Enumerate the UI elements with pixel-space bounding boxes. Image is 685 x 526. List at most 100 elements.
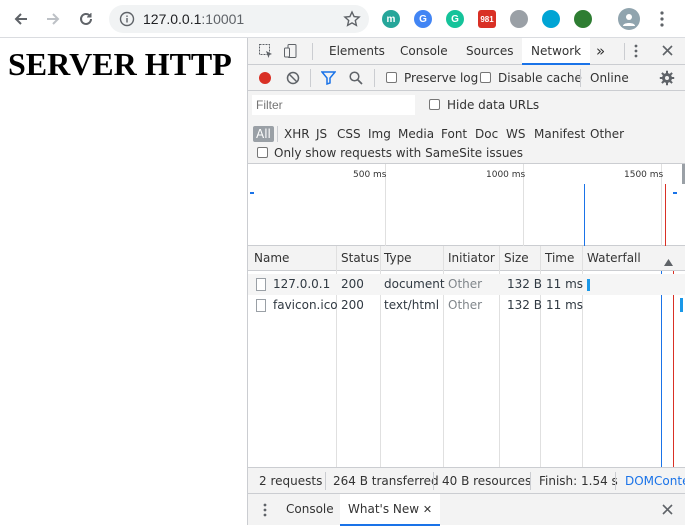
row-size: 132 B [507, 298, 542, 312]
filter-toggle-button[interactable] [320, 71, 337, 88]
toolbar-divider [310, 69, 311, 87]
summary-divider [615, 472, 616, 490]
column-status[interactable]: Status [341, 246, 379, 271]
column-size[interactable]: Size [504, 246, 529, 271]
search-button[interactable] [349, 71, 363, 88]
info-icon[interactable] [119, 11, 135, 31]
close-devtools-icon[interactable] [662, 45, 673, 59]
drawer-tab-whats-new[interactable]: What's New ✕ [340, 494, 441, 526]
profile-avatar[interactable] [618, 8, 640, 30]
overview-tick-label: 500 ms [353, 170, 387, 180]
address-bar[interactable]: 127.0.0.1:10001 [109, 5, 369, 33]
record-button[interactable] [258, 71, 272, 88]
table-row[interactable]: favicon.ico 200 text/html Other 132 B 11… [248, 295, 685, 316]
column-waterfall[interactable]: Waterfall [587, 246, 641, 271]
gmail-extension-icon[interactable]: 981 [478, 10, 496, 28]
browser-menu-button[interactable] [648, 5, 676, 33]
more-tabs-button[interactable]: » [596, 38, 605, 65]
filter-type-js[interactable]: JS [316, 127, 327, 141]
column-name[interactable]: Name [254, 246, 289, 271]
network-overview[interactable]: 500 ms 1000 ms 1500 ms [248, 164, 685, 246]
translate-extension-icon[interactable]: G [414, 10, 432, 28]
drawer-tab-console[interactable]: Console [286, 494, 334, 526]
filter-type-css[interactable]: CSS [337, 127, 361, 141]
filter-bar: Hide data URLs All XHR JS CSS Img Media … [248, 91, 685, 164]
filter-input[interactable] [252, 95, 415, 115]
circle-extension-icon[interactable] [542, 10, 560, 28]
url-host: 127.0.0.1 [143, 11, 202, 27]
arrow-left-icon [14, 13, 27, 25]
row-size: 132 B [507, 277, 542, 291]
filter-type-ws[interactable]: WS [506, 127, 525, 141]
row-time: 11 ms [546, 277, 584, 291]
filter-type-all[interactable]: All [253, 126, 274, 142]
devtools-menu-icon[interactable] [634, 44, 638, 61]
address-url[interactable]: 127.0.0.1:10001 [143, 11, 244, 27]
tab-network[interactable]: Network [522, 38, 591, 65]
network-settings-button[interactable] [659, 70, 675, 89]
filter-type-doc[interactable]: Doc [475, 127, 498, 141]
throttling-select[interactable]: Online [590, 71, 629, 85]
drawer-tab-whats-new-label: What's New [348, 502, 420, 516]
summary-divider [530, 472, 531, 490]
devtools-tab-bar: Elements Console Sources Network » [248, 38, 685, 65]
same-site-checkbox[interactable] [257, 147, 268, 158]
page-viewport: SERVER HTTP [0, 38, 247, 525]
disable-cache-checkbox[interactable] [480, 72, 491, 83]
summary-divider [325, 472, 326, 490]
row-type: document [384, 277, 445, 291]
record-icon [259, 72, 271, 84]
reload-button[interactable] [72, 5, 100, 33]
column-initiator[interactable]: Initiator [448, 246, 495, 271]
arrow-right-icon [47, 13, 60, 25]
gear-icon [659, 70, 675, 86]
row-name: 127.0.0.1 [273, 277, 331, 291]
close-tab-icon[interactable]: ✕ [423, 503, 432, 516]
shield-extension-icon[interactable] [510, 10, 528, 28]
filter-type-img[interactable]: Img [368, 127, 391, 141]
url-port: :10001 [201, 11, 245, 27]
filter-type-manifest[interactable]: Manifest [534, 127, 585, 141]
tab-console[interactable]: Console [400, 38, 448, 65]
row-initiator: Other [448, 277, 483, 291]
sort-up-icon[interactable] [664, 255, 673, 269]
hide-data-urls-checkbox[interactable] [429, 99, 440, 110]
summary-domcontentloaded: DOMContentLoaded [625, 474, 685, 488]
toolbar-divider [580, 69, 581, 87]
back-button[interactable] [7, 5, 35, 33]
tab-sources[interactable]: Sources [466, 38, 513, 65]
summary-resources: 40 B resources [442, 474, 532, 488]
person-icon [623, 14, 635, 26]
column-type[interactable]: Type [384, 246, 412, 271]
column-time[interactable]: Time [545, 246, 574, 271]
browser-toolbar: 127.0.0.1:10001 m G G 981 [0, 0, 685, 38]
preserve-log-checkbox[interactable] [386, 72, 397, 83]
clear-button[interactable] [286, 71, 300, 88]
forward-button[interactable] [39, 5, 67, 33]
network-toolbar: Preserve log Disable cache Online [248, 65, 685, 91]
bookmark-star-icon[interactable] [343, 10, 361, 32]
overview-request-bar [250, 192, 254, 194]
summary-transferred: 264 B transferred [333, 474, 439, 488]
filter-type-other[interactable]: Other [590, 127, 624, 141]
kebab-menu-icon [660, 11, 664, 27]
close-drawer-icon[interactable] [662, 504, 673, 518]
funnel-icon [320, 71, 337, 86]
clear-icon [286, 71, 300, 85]
inspect-element-icon[interactable] [258, 43, 274, 62]
m-extension-icon[interactable]: m [382, 10, 400, 28]
table-row[interactable]: 127.0.0.1 200 document Other 132 B 11 ms [248, 274, 685, 295]
waterfall-bar [680, 298, 683, 312]
filter-type-xhr[interactable]: XHR [284, 127, 310, 141]
device-toolbar-icon[interactable] [283, 43, 299, 62]
grammarly-extension-icon[interactable]: G [446, 10, 464, 28]
globe-extension-icon[interactable] [574, 10, 592, 28]
hide-data-urls-label: Hide data URLs [447, 98, 540, 112]
row-status: 200 [341, 298, 364, 312]
filter-type-media[interactable]: Media [398, 127, 434, 141]
same-site-label: Only show requests with SameSite issues [274, 146, 524, 160]
filter-type-font[interactable]: Font [441, 127, 467, 141]
tab-elements[interactable]: Elements [329, 38, 385, 65]
toolbar-divider [312, 43, 313, 60]
drawer-menu-icon[interactable] [263, 503, 267, 520]
